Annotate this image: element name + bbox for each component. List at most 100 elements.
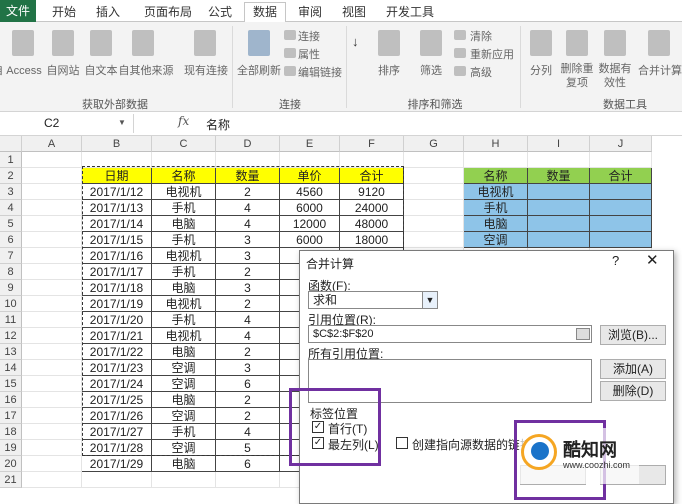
table-cell[interactable]: 2017/1/16: [82, 248, 152, 264]
cell[interactable]: [528, 152, 590, 168]
table-cell[interactable]: 24000: [340, 200, 404, 216]
cell[interactable]: [22, 344, 82, 360]
table-cell[interactable]: 2017/1/17: [82, 264, 152, 280]
summary-cell[interactable]: [528, 216, 590, 232]
delete-button[interactable]: 删除(D): [600, 381, 666, 401]
cell[interactable]: [152, 152, 216, 168]
table-cell[interactable]: 2017/1/12: [82, 184, 152, 200]
browse-button[interactable]: 浏览(B)...: [600, 325, 666, 345]
sort-az-icon[interactable]: ↓: [352, 34, 359, 49]
table-cell[interactable]: 2017/1/26: [82, 408, 152, 424]
tab-data[interactable]: 数据: [244, 2, 286, 23]
summary-cell[interactable]: [528, 232, 590, 248]
cell[interactable]: [22, 200, 82, 216]
table-cell[interactable]: 2017/1/25: [82, 392, 152, 408]
cell[interactable]: [404, 216, 464, 232]
table-cell[interactable]: 2017/1/27: [82, 424, 152, 440]
name-box[interactable]: C2: [0, 114, 134, 133]
cell[interactable]: [464, 152, 528, 168]
cell[interactable]: [22, 440, 82, 456]
table-cell[interactable]: 2: [216, 296, 280, 312]
row-header-1[interactable]: 1: [0, 152, 22, 168]
cell[interactable]: [404, 232, 464, 248]
summary-name-cell[interactable]: 电视机: [464, 184, 528, 200]
table-cell[interactable]: 电脑: [152, 280, 216, 296]
row-header-5[interactable]: 5: [0, 216, 22, 232]
create-links-checkbox[interactable]: [396, 437, 408, 449]
row-header-11[interactable]: 11: [0, 312, 22, 328]
reference-input[interactable]: $C$2:$F$20: [308, 325, 592, 343]
row-header-20[interactable]: 20: [0, 456, 22, 472]
refresh-all-button[interactable]: 全部刷新: [236, 62, 282, 78]
row-header-3[interactable]: 3: [0, 184, 22, 200]
tab-view[interactable]: 视图: [336, 3, 372, 21]
table-cell[interactable]: 5: [216, 440, 280, 456]
add-button[interactable]: 添加(A): [600, 359, 666, 379]
all-references-list[interactable]: [308, 359, 592, 403]
summary-name-cell[interactable]: 空调: [464, 232, 528, 248]
cell[interactable]: [22, 312, 82, 328]
table-cell[interactable]: 电视机: [152, 296, 216, 312]
sort-button[interactable]: 排序: [374, 62, 404, 78]
column-header-J[interactable]: J: [590, 136, 652, 152]
table-cell[interactable]: 18000: [340, 232, 404, 248]
tab-file[interactable]: 文件: [0, 0, 36, 22]
cell[interactable]: [22, 296, 82, 312]
table-cell[interactable]: 3: [216, 280, 280, 296]
table-cell[interactable]: 电视机: [152, 328, 216, 344]
summary-cell[interactable]: [590, 232, 652, 248]
table-header-cell[interactable]: 合计: [340, 168, 404, 184]
row-header-14[interactable]: 14: [0, 360, 22, 376]
column-header-A[interactable]: A: [22, 136, 82, 152]
cell[interactable]: [22, 456, 82, 472]
summary-cell[interactable]: [590, 184, 652, 200]
table-cell[interactable]: 2017/1/29: [82, 456, 152, 472]
column-header-F[interactable]: F: [340, 136, 404, 152]
table-cell[interactable]: 6000: [280, 232, 340, 248]
first-row-checkbox[interactable]: ✓: [312, 421, 324, 433]
from-web-button[interactable]: 自网站: [46, 62, 80, 78]
cell[interactable]: [590, 152, 652, 168]
table-cell[interactable]: 手机: [152, 264, 216, 280]
table-cell[interactable]: 3: [216, 248, 280, 264]
table-cell[interactable]: 空调: [152, 408, 216, 424]
table-cell[interactable]: 2017/1/28: [82, 440, 152, 456]
properties-button[interactable]: 属性: [298, 46, 320, 62]
table-cell[interactable]: 3: [216, 360, 280, 376]
table-cell[interactable]: 2: [216, 184, 280, 200]
cell[interactable]: [22, 248, 82, 264]
row-header-15[interactable]: 15: [0, 376, 22, 392]
summary-cell[interactable]: [590, 200, 652, 216]
function-select[interactable]: 求和: [308, 291, 438, 309]
cell[interactable]: [404, 200, 464, 216]
table-cell[interactable]: 2: [216, 344, 280, 360]
summary-header-cell[interactable]: 数量: [528, 168, 590, 184]
cell[interactable]: [22, 280, 82, 296]
chevron-down-icon[interactable]: ▼: [422, 292, 437, 308]
table-cell[interactable]: 2: [216, 408, 280, 424]
table-cell[interactable]: 9120: [340, 184, 404, 200]
formula-input[interactable]: 名称: [206, 116, 230, 133]
table-cell[interactable]: 手机: [152, 312, 216, 328]
table-cell[interactable]: 2017/1/24: [82, 376, 152, 392]
summary-cell[interactable]: [528, 200, 590, 216]
cell[interactable]: [22, 216, 82, 232]
summary-header-cell[interactable]: 合计: [590, 168, 652, 184]
consolidate-button[interactable]: 合并计算: [638, 62, 682, 78]
summary-cell[interactable]: [590, 216, 652, 232]
row-header-2[interactable]: 2: [0, 168, 22, 184]
column-header-D[interactable]: D: [216, 136, 280, 152]
text-to-columns-button[interactable]: 分列: [526, 62, 556, 78]
table-cell[interactable]: 12000: [280, 216, 340, 232]
column-header-C[interactable]: C: [152, 136, 216, 152]
cell[interactable]: [404, 168, 464, 184]
table-cell[interactable]: 电脑: [152, 456, 216, 472]
row-header-6[interactable]: 6: [0, 232, 22, 248]
table-cell[interactable]: 手机: [152, 200, 216, 216]
table-cell[interactable]: 电脑: [152, 216, 216, 232]
table-cell[interactable]: 电脑: [152, 392, 216, 408]
row-header-18[interactable]: 18: [0, 424, 22, 440]
row-header-19[interactable]: 19: [0, 440, 22, 456]
advanced-button[interactable]: 高级: [470, 64, 492, 80]
cell[interactable]: [280, 152, 340, 168]
